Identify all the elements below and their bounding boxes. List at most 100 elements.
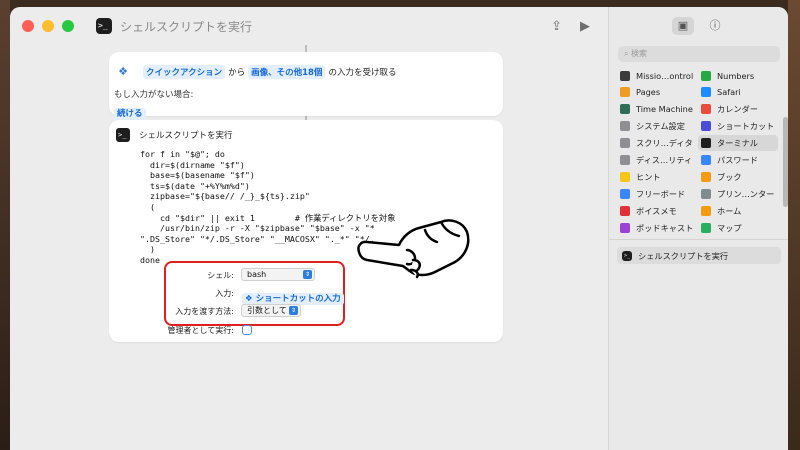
action-title: シェルスクリプトを実行 (139, 131, 233, 141)
sidebar-item[interactable]: ディス…リティ (617, 152, 697, 168)
sidebar-item-label: プリン…ンター (717, 189, 775, 199)
sidebar-item[interactable]: スクリ…ディタ (617, 135, 697, 151)
receive-row: ❖ クイックアクション から 画像、その他18個 の入力を受け取る (116, 65, 396, 79)
sidebar-item[interactable]: Missio…ontrol (617, 68, 697, 84)
sidebar-item-label: ディス…リティ (636, 155, 693, 165)
info-icon: ⓘ (709, 19, 721, 32)
sidebar-item[interactable]: Pages (617, 84, 697, 100)
window-controls (22, 20, 74, 32)
app-icon (620, 71, 630, 81)
sidebar-item-label: ブック (717, 172, 742, 182)
app-icon (620, 121, 630, 131)
sidebar-item-label: ショートカット (717, 121, 775, 131)
search-placeholder: 検索 (631, 49, 648, 58)
sidebar-item[interactable]: ブック (698, 169, 778, 185)
close-button[interactable] (22, 20, 34, 32)
sidebar-item-label: ヒント (636, 172, 661, 182)
sidebar-item-label: Missio…ontrol (636, 71, 694, 81)
info-tab[interactable]: ⓘ (704, 17, 726, 35)
sidebar-item[interactable]: Time Machine (617, 101, 697, 117)
app-icon (701, 121, 711, 131)
sidebar-item[interactable]: プリン…ンター (698, 186, 778, 202)
app-icon (620, 206, 630, 216)
library-icon: ▣ (677, 19, 689, 32)
recent-action-label: シェルスクリプトを実行 (638, 250, 729, 261)
sidebar-item-label: ボイスメモ (636, 206, 677, 216)
zoom-button[interactable] (62, 20, 74, 32)
actions-library-tab[interactable]: ▣ (672, 17, 694, 35)
sidebar-item-label: Safari (717, 87, 741, 97)
sidebar-scrollbar[interactable] (783, 117, 788, 207)
app-icon (701, 138, 711, 148)
app-icon (620, 172, 630, 182)
sidebar-item-label: ポッドキャスト (636, 223, 694, 233)
sidebar-item[interactable]: ヒント (617, 169, 697, 185)
input-value: ショートカットの入力 (255, 294, 341, 304)
continue-row: 続ける (111, 101, 149, 120)
terminal-icon: >_ (622, 250, 632, 261)
pointing-hand-icon (357, 219, 470, 279)
sidebar-item[interactable]: Numbers (698, 68, 778, 84)
sidebar-item[interactable]: ホーム (698, 203, 778, 219)
sidebar-item[interactable]: ポッドキャスト (617, 220, 697, 236)
sidebar-item-label: マップ (717, 223, 742, 233)
receive-suffix: の入力を受け取る (328, 68, 397, 78)
run-as-admin-checkbox[interactable] (242, 325, 252, 335)
play-icon[interactable]: ▶ (580, 19, 590, 34)
sidebar-item[interactable]: カレンダー (698, 101, 778, 117)
sidebar-item[interactable]: マップ (698, 220, 778, 236)
sidebar-item-label: Time Machine (636, 104, 693, 114)
shell-select[interactable]: bash ⇕ (241, 268, 315, 281)
pass-input-value: 引数として (247, 306, 287, 315)
app-icon (701, 206, 711, 216)
sidebar-item-label: ターミナル (717, 138, 758, 148)
sidebar-item-label: パスワード (717, 155, 758, 165)
share-icon[interactable]: ⇪ (551, 19, 562, 34)
pass-input-select[interactable]: 引数として ⇕ (241, 304, 301, 317)
app-icon (620, 189, 630, 199)
app-icon (701, 223, 711, 233)
shortcuts-window: >_ シェルスクリプトを実行 ⇪ ▶ ❖ クイックアクション から 画像、その他… (10, 7, 788, 450)
sidebar-item-label: フリーボード (636, 189, 686, 199)
sidebar-item[interactable]: フリーボード (617, 186, 697, 202)
input-types-token[interactable]: 画像、その他18個 (248, 65, 326, 79)
run-shell-script-result[interactable]: >_ シェルスクリプトを実行 (617, 247, 781, 264)
pass-input-label: 入力を渡す方法: (175, 307, 234, 316)
no-input-label: もし入力がない場合: (114, 90, 194, 100)
sidebar-item-label: スクリ…ディタ (636, 138, 693, 148)
sidebar-divider (609, 239, 788, 240)
app-icon (620, 104, 630, 114)
search-input[interactable]: ⌕ 検索 (618, 46, 780, 62)
terminal-icon: >_ (116, 128, 130, 142)
input-label: 入力: (215, 289, 234, 298)
app-icon (620, 155, 630, 165)
titlebar: >_ シェルスクリプトを実行 ⇪ ▶ (10, 7, 608, 45)
app-icon (620, 138, 630, 148)
sidebar-item-label: Numbers (717, 71, 755, 81)
receive-input-action[interactable]: ❖ クイックアクション から 画像、その他18個 の入力を受け取る もし入力がな… (109, 52, 503, 120)
window-title: シェルスクリプトを実行 (120, 19, 253, 34)
app-icon (701, 155, 711, 165)
continue-token[interactable]: 続ける (114, 108, 146, 120)
app-icon (620, 223, 630, 233)
editor-canvas: ❖ クイックアクション から 画像、その他18個 の入力を受け取る もし入力がな… (10, 45, 608, 450)
app-icon (701, 189, 711, 199)
sidebar-tabs: ▣ ⓘ (609, 17, 788, 35)
app-icon (701, 172, 711, 182)
minimize-button[interactable] (42, 20, 54, 32)
actions-sidebar: ▣ ⓘ ⌕ 検索 Missio…ontrol Pages Time Machin… (608, 7, 788, 450)
input-token-wrap: ❖ ショートカットの入力 (242, 286, 344, 305)
sidebar-item[interactable]: ボイスメモ (617, 203, 697, 219)
from-text: から (228, 68, 246, 78)
sidebar-item-terminal[interactable]: ターミナル (698, 135, 778, 151)
quick-action-token[interactable]: クイックアクション (143, 65, 226, 79)
sidebar-item[interactable]: システム設定 (617, 118, 697, 134)
sidebar-item[interactable]: ショートカット (698, 118, 778, 134)
sidebar-item[interactable]: パスワード (698, 152, 778, 168)
desktop-background-right (788, 0, 800, 450)
sidebar-item[interactable]: Safari (698, 84, 778, 100)
run-as-admin-label: 管理者として実行: (167, 326, 234, 335)
app-icon (701, 87, 711, 97)
sidebar-item-label: ホーム (717, 206, 742, 216)
connector-line (305, 45, 307, 52)
